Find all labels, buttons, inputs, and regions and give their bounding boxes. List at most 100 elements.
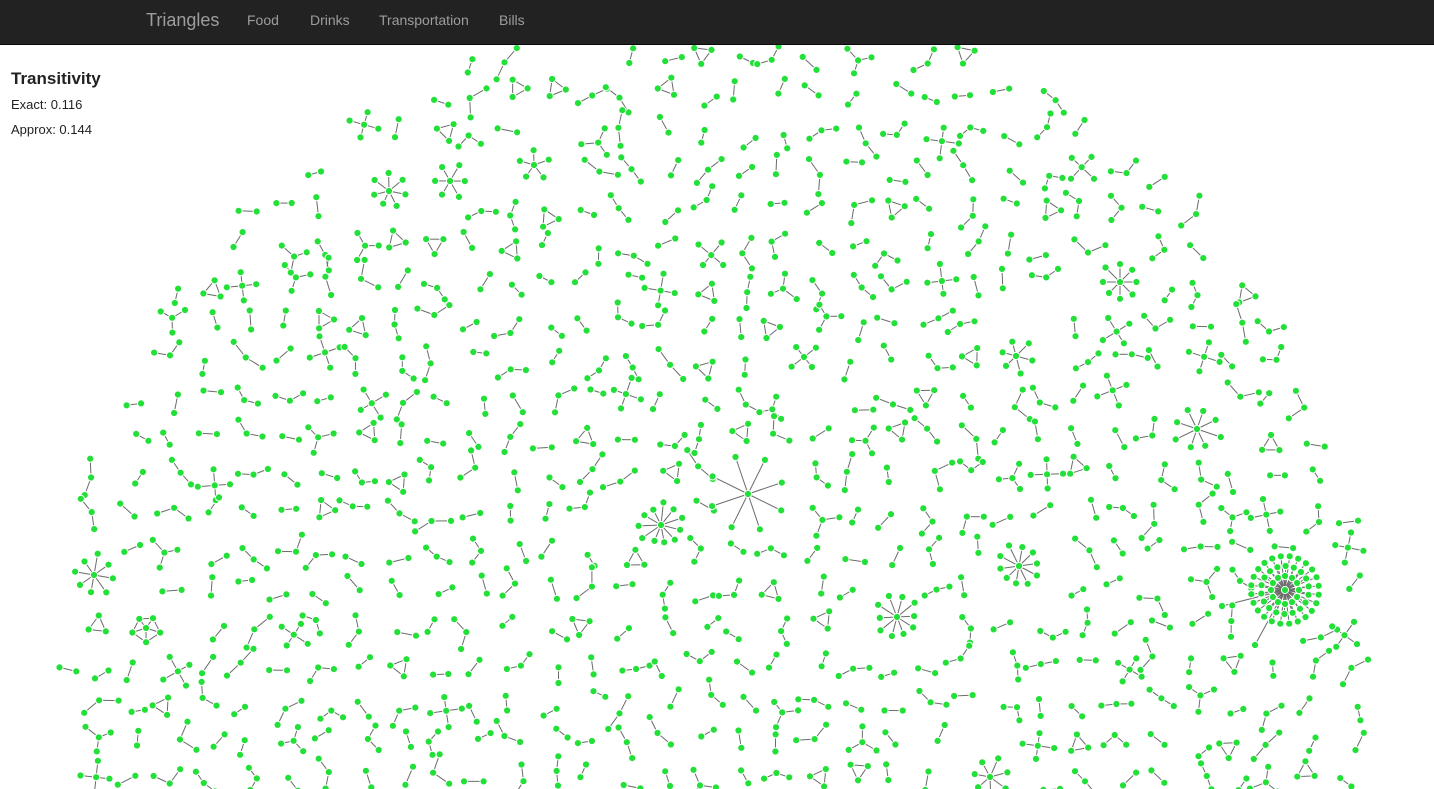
graph-node[interactable] [486,729,495,738]
graph-node[interactable] [1154,232,1163,241]
graph-node[interactable] [1177,221,1186,230]
graph-node[interactable] [1028,356,1037,365]
graph-node[interactable] [1140,311,1149,320]
graph-node[interactable] [537,241,547,250]
graph-node[interactable] [811,343,821,352]
graph-node[interactable] [1307,606,1316,616]
graph-node[interactable] [482,589,491,598]
graph-node[interactable] [393,628,402,637]
graph-node[interactable] [374,745,383,755]
graph-node[interactable] [1149,500,1158,509]
network-graph[interactable] [0,0,1434,789]
graph-node[interactable] [1053,264,1063,273]
graph-node[interactable] [810,735,819,744]
graph-node[interactable] [958,613,967,622]
graph-node[interactable] [192,745,201,754]
graph-node[interactable] [585,488,595,497]
graph-node[interactable] [628,754,637,763]
graph-node[interactable] [468,55,477,64]
graph-node[interactable] [314,433,323,442]
graph-node[interactable] [935,259,945,269]
graph-node[interactable] [587,736,597,746]
graph-node[interactable] [1332,642,1341,651]
graph-node[interactable] [875,613,884,623]
graph-node[interactable] [654,320,663,329]
brand-link[interactable]: Triangles [146,9,219,31]
graph-node[interactable] [293,480,302,489]
graph-node[interactable] [240,702,250,711]
graph-node[interactable] [537,552,546,561]
graph-node[interactable] [262,564,271,573]
graph-node[interactable] [667,73,676,82]
graph-node[interactable] [885,175,894,184]
graph-node[interactable] [805,134,814,143]
graph-node[interactable] [305,353,314,362]
graph-node[interactable] [1094,349,1103,358]
graph-node[interactable] [341,552,350,561]
graph-node[interactable] [850,406,860,415]
graph-node[interactable] [554,678,563,688]
graph-node[interactable] [843,44,852,53]
graph-node[interactable] [917,529,927,538]
graph-node[interactable] [645,713,654,722]
graph-node[interactable] [1227,617,1236,626]
graph-node[interactable] [1115,277,1125,287]
graph-node[interactable] [1160,610,1169,620]
graph-node[interactable] [823,481,833,490]
graph-node[interactable] [654,345,663,354]
graph-node[interactable] [958,59,968,68]
graph-node[interactable] [1219,654,1228,663]
graph-node[interactable] [317,496,326,505]
graph-node[interactable] [1082,605,1092,614]
graph-node[interactable] [1308,565,1317,574]
graph-node[interactable] [289,630,298,639]
graph-node[interactable] [1144,346,1154,355]
graph-node[interactable] [582,326,591,335]
graph-node[interactable] [695,657,704,666]
graph-node[interactable] [848,518,857,527]
graph-node[interactable] [589,440,598,449]
graph-node[interactable] [515,540,524,549]
graph-node[interactable] [433,283,442,292]
graph-node[interactable] [714,591,724,601]
graph-node[interactable] [583,550,592,559]
graph-node[interactable] [897,435,907,444]
graph-node[interactable] [613,634,622,643]
graph-node[interactable] [142,638,151,647]
graph-node[interactable] [843,100,853,109]
graph-node[interactable] [445,301,454,310]
graph-node[interactable] [1069,396,1078,405]
graph-node[interactable] [783,144,792,153]
graph-node[interactable] [450,615,459,624]
graph-node[interactable] [401,238,410,247]
graph-node[interactable] [732,657,742,666]
graph-node[interactable] [1030,417,1040,426]
graph-node[interactable] [879,129,888,138]
graph-node[interactable] [234,206,243,215]
graph-node[interactable] [657,671,666,681]
graph-node[interactable] [506,432,515,441]
graph-node[interactable] [624,624,634,633]
graph-node[interactable] [265,612,274,622]
graph-node[interactable] [835,513,844,522]
graph-node[interactable] [197,677,206,687]
graph-node[interactable] [398,366,407,375]
graph-node[interactable] [650,536,659,546]
graph-node[interactable] [898,706,907,715]
graph-node[interactable] [525,650,534,659]
graph-node[interactable] [517,290,526,299]
graph-node[interactable] [912,386,921,395]
graph-node[interactable] [1275,446,1284,455]
graph-node[interactable] [868,293,878,302]
graph-node[interactable] [1320,442,1329,451]
graph-node[interactable] [919,504,928,513]
graph-node[interactable] [849,242,858,251]
graph-node[interactable] [638,534,647,543]
graph-node[interactable] [1160,460,1169,469]
graph-node[interactable] [1179,545,1189,554]
graph-node[interactable] [173,545,182,554]
graph-node[interactable] [167,455,176,464]
graph-node[interactable] [628,363,637,372]
graph-node[interactable] [846,760,855,769]
graph-node[interactable] [1264,327,1274,336]
